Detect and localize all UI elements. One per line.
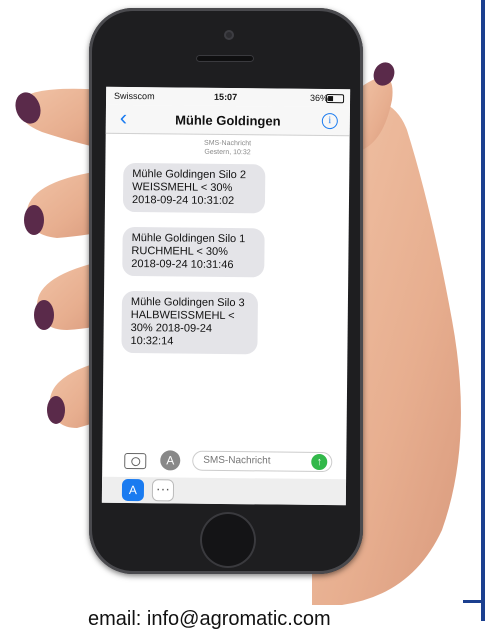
- camera-icon[interactable]: [124, 452, 147, 470]
- message-line: 30% 2018-09-24: [130, 322, 213, 335]
- home-button[interactable]: [200, 512, 256, 568]
- service-label: SMS-Nachricht: [204, 139, 252, 148]
- carrier-label: Swisscom: [114, 90, 155, 102]
- battery-icon: [326, 94, 345, 104]
- message-bubble: Mühle Goldingen Silo 2 WEISSMEHL < 30% 2…: [122, 162, 266, 214]
- message-line: Mühle Goldingen Silo 2: [132, 168, 247, 182]
- message-bubble: Mühle Goldingen Silo 3 HALBWEISSMEHL < 3…: [121, 290, 259, 355]
- appstore-icon[interactable]: A: [160, 450, 181, 471]
- right-border: [481, 0, 485, 621]
- message-line: 2018-09-24 10:31:02: [131, 194, 235, 208]
- front-camera: [224, 30, 234, 40]
- clock-label: 15:07: [214, 91, 238, 103]
- message-line: WEISSMEHL < 30%: [132, 181, 233, 195]
- composer-row: A ↑: [102, 447, 346, 478]
- info-icon[interactable]: i: [321, 112, 338, 130]
- message-line: Mühle Goldingen Silo 3: [130, 296, 245, 310]
- conversation-title: Mühle Goldingen: [175, 112, 281, 129]
- message-line: 10:32:14: [130, 335, 174, 348]
- message-line: Mühle Goldingen Silo 1: [131, 232, 246, 246]
- message-bubble: Mühle Goldingen Silo 1 RUCHMEHL < 30% 20…: [122, 226, 265, 278]
- message-line: 2018-09-24 10:31:46: [131, 258, 234, 272]
- appstore-drawer-icon[interactable]: A: [121, 478, 145, 502]
- send-arrow-icon[interactable]: ↑: [311, 453, 328, 471]
- message-line: RUCHMEHL < 30%: [131, 245, 229, 259]
- footer-email: email: info@agromatic.com: [88, 608, 331, 630]
- date-label: Gestern, 10:32: [204, 148, 251, 157]
- navigation-bar: ‹ Mühle Goldingen i: [105, 104, 350, 137]
- earpiece-speaker: [196, 55, 254, 62]
- phone-screen: Swisscom 15:07 36% ‹ Mühle Goldingen i S…: [101, 86, 351, 506]
- more-icon[interactable]: ···: [151, 479, 175, 502]
- message-line: HALBWEISSMEHL <: [130, 309, 235, 323]
- app-drawer: A ···: [101, 476, 347, 506]
